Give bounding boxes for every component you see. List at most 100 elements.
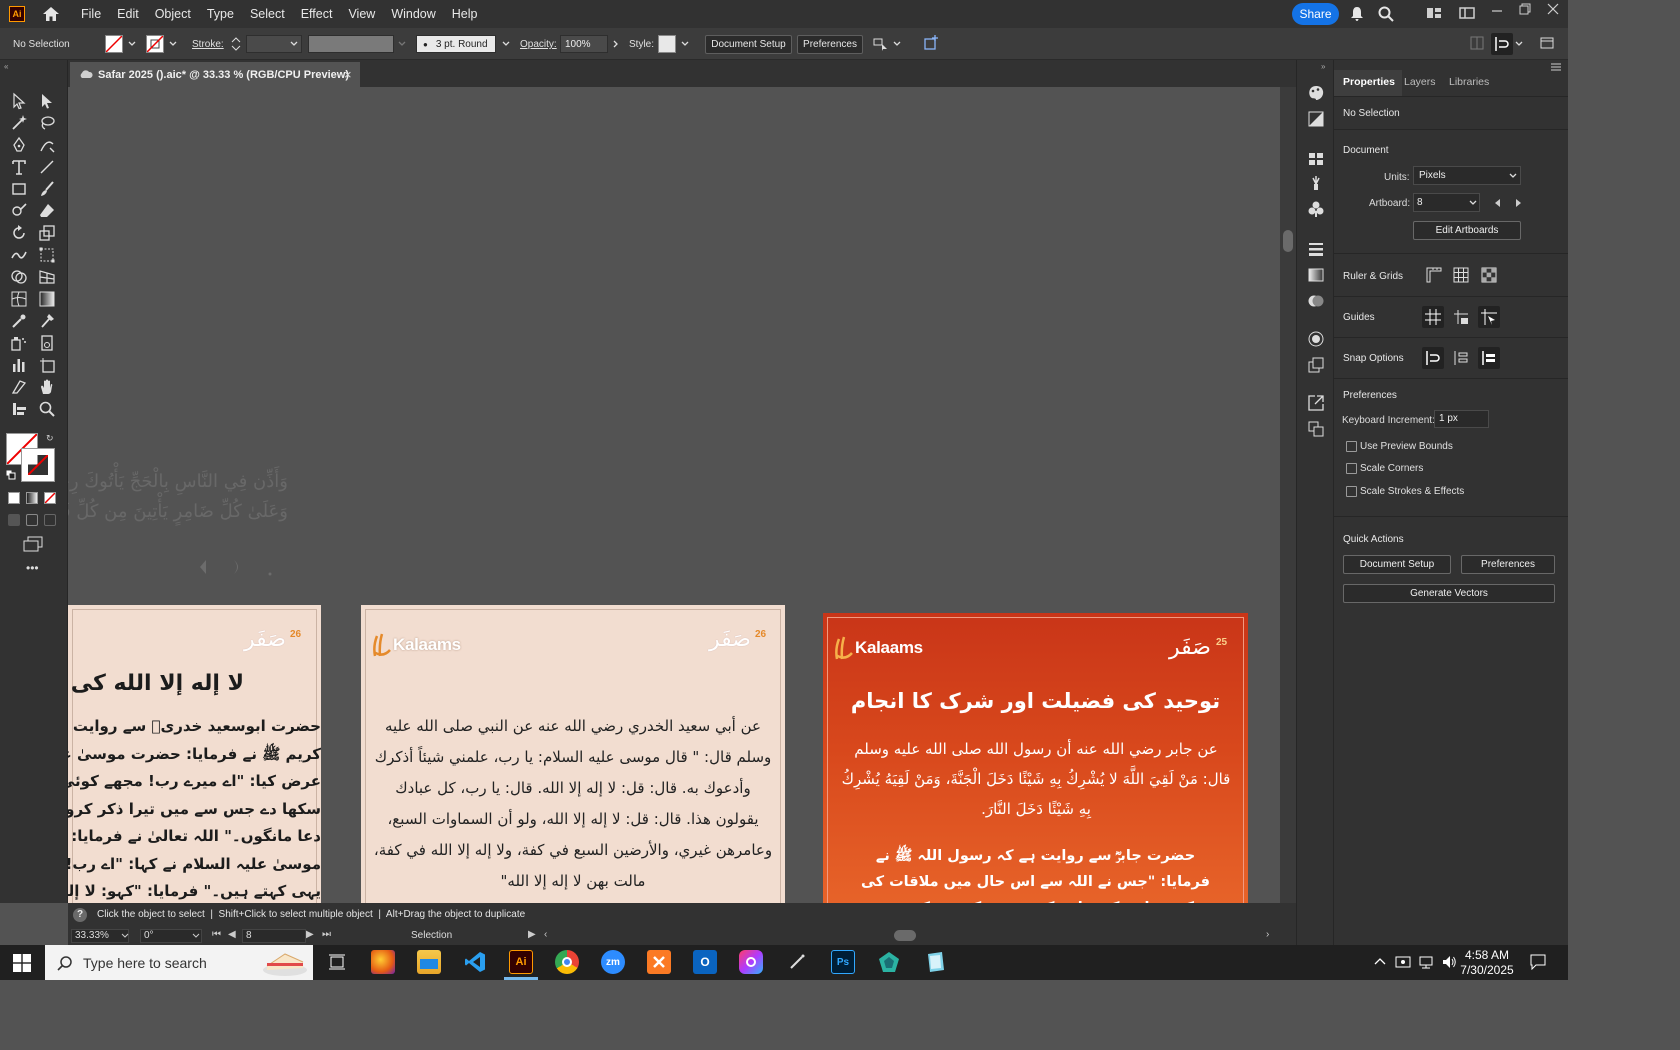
zoom-app-icon[interactable]: zm xyxy=(601,950,625,974)
symbols-icon[interactable] xyxy=(1307,200,1325,218)
generate-vectors-button[interactable]: Generate Vectors xyxy=(1343,584,1555,603)
ornament-artwork[interactable] xyxy=(196,557,278,577)
previous-artboard-icon[interactable] xyxy=(1494,199,1502,207)
snap-icon[interactable] xyxy=(1491,33,1513,55)
selection-tool-icon[interactable] xyxy=(10,92,30,112)
panel-options-icon[interactable] xyxy=(1550,62,1564,72)
draw-inside-icon[interactable] xyxy=(44,514,56,526)
mesh-tool-icon[interactable] xyxy=(10,290,30,310)
artboard-2[interactable]: Kalaams صَفَر 26 عن أبي سعيد الخدري رضي … xyxy=(361,605,785,903)
graphic-style-swatch[interactable] xyxy=(658,35,676,53)
scroll-right-icon[interactable]: › xyxy=(1266,929,1269,940)
lasso-tool-icon[interactable] xyxy=(38,114,58,134)
blend-tool-icon[interactable] xyxy=(38,312,58,332)
shaper-tool-icon[interactable] xyxy=(10,202,30,222)
gradient-panel-icon[interactable] xyxy=(1307,266,1325,284)
collapse-icon[interactable]: » xyxy=(1321,62,1325,71)
chevron-down-icon[interactable] xyxy=(128,40,136,48)
search-icon[interactable] xyxy=(1378,6,1394,22)
color-panel-icon[interactable] xyxy=(1307,84,1325,102)
scale-tool-icon[interactable] xyxy=(38,224,58,244)
pen-tool-icon[interactable] xyxy=(10,136,30,156)
menu-help[interactable]: Help xyxy=(444,0,486,28)
artboard-navigation-field[interactable]: 8 xyxy=(242,929,306,943)
chevron-down-icon[interactable] xyxy=(1509,173,1517,179)
screen-mode-icon[interactable] xyxy=(22,536,44,552)
xampp-icon[interactable] xyxy=(647,950,671,974)
file-explorer-icon[interactable] xyxy=(417,950,441,974)
edit-artboards-button[interactable]: Edit Artboards xyxy=(1413,221,1521,240)
smart-guides-icon[interactable] xyxy=(1478,306,1500,328)
eraser-tool-icon[interactable] xyxy=(38,202,58,222)
type-tool-icon[interactable] xyxy=(10,158,30,178)
next-artboard-icon[interactable] xyxy=(1514,199,1522,207)
vertical-scrollbar[interactable] xyxy=(1280,87,1296,927)
print-tiling-tool-icon[interactable] xyxy=(10,400,30,420)
keyboard-increment-input[interactable]: 1 px xyxy=(1434,410,1489,428)
hand-tool-icon[interactable] xyxy=(38,378,58,398)
opacity-field[interactable]: 100% xyxy=(560,35,608,53)
gradient-tool-icon[interactable] xyxy=(38,290,58,310)
chevron-down-icon[interactable] xyxy=(502,40,510,48)
blue-app-icon[interactable] xyxy=(923,950,947,974)
workspace-icon[interactable] xyxy=(1459,6,1475,22)
default-colors-icon[interactable] xyxy=(6,470,16,480)
show-hidden-icons-icon[interactable] xyxy=(1374,956,1386,966)
color-mode-icon[interactable] xyxy=(8,492,20,504)
draw-normal-icon[interactable] xyxy=(8,514,20,526)
artboard-grid-icon[interactable] xyxy=(1470,36,1486,52)
opacity-label[interactable]: Opacity: xyxy=(520,39,557,50)
chevron-down-icon[interactable] xyxy=(1515,40,1523,48)
quick-document-setup-button[interactable]: Document Setup xyxy=(1343,555,1451,574)
chevron-down-icon[interactable] xyxy=(192,933,200,939)
use-preview-bounds-checkbox[interactable] xyxy=(1346,441,1357,452)
export-icon[interactable] xyxy=(1307,394,1325,412)
canvas[interactable]: وَأَذِّن فِي النَّاسِ بِالْحَجِّ يَأْتُو… xyxy=(68,87,1280,903)
magic-wand-tool-icon[interactable] xyxy=(10,114,30,134)
swap-colors-icon[interactable]: ↻ xyxy=(46,433,56,443)
zoom-tool-icon[interactable] xyxy=(38,400,58,420)
document-tab[interactable]: Safar 2025 ().aic* @ 33.33 % (RGB/CPU Pr… xyxy=(70,62,360,87)
lock-guides-icon[interactable] xyxy=(1452,308,1470,326)
rulers-icon[interactable] xyxy=(1426,267,1442,283)
menu-type[interactable]: Type xyxy=(199,0,242,28)
menu-object[interactable]: Object xyxy=(147,0,199,28)
scroll-thumb[interactable] xyxy=(1283,230,1293,252)
arrange-icon[interactable] xyxy=(872,36,888,52)
share-button[interactable]: Share xyxy=(1292,3,1339,25)
chevron-down-icon[interactable] xyxy=(121,933,129,939)
stroke-swatch[interactable] xyxy=(146,35,164,53)
menu-file[interactable]: File xyxy=(73,0,109,28)
tab-layers[interactable]: Layers xyxy=(1404,76,1436,88)
units-dropdown[interactable]: Pixels xyxy=(1413,166,1521,185)
appearance-icon[interactable] xyxy=(1307,330,1325,348)
rotate-tool-icon[interactable] xyxy=(10,224,30,244)
symbol-stainer-icon[interactable] xyxy=(38,334,58,354)
preferences-button[interactable]: Preferences xyxy=(797,35,863,54)
menu-window[interactable]: Window xyxy=(383,0,443,28)
taskbar-search-box[interactable]: Type here to search xyxy=(45,945,313,980)
next-artboard-icon[interactable]: ▶ xyxy=(306,929,314,940)
first-artboard-icon[interactable]: ⏮ xyxy=(212,929,221,940)
chevron-down-icon[interactable] xyxy=(290,40,298,48)
paintbrush-tool-icon[interactable] xyxy=(38,180,58,200)
last-artboard-icon[interactable]: ⏭ xyxy=(322,929,331,940)
variable-width-profile[interactable] xyxy=(308,35,394,53)
swatches-icon[interactable] xyxy=(1307,150,1325,168)
panel-menu-icon[interactable] xyxy=(1540,36,1556,52)
snap-to-pixel-icon[interactable] xyxy=(1452,349,1470,367)
grid-icon[interactable] xyxy=(1453,267,1469,283)
pen-app-icon[interactable] xyxy=(785,950,809,974)
close-tab-icon[interactable]: × xyxy=(344,67,352,82)
scale-strokes-effects-checkbox[interactable] xyxy=(1346,486,1357,497)
status-menu-icon[interactable]: ▶ xyxy=(528,929,536,940)
column-graph-tool-icon[interactable] xyxy=(10,356,30,376)
snap-to-point-icon[interactable] xyxy=(1422,347,1444,369)
stroke-label[interactable]: Stroke: xyxy=(192,39,224,50)
calligraphy-artwork[interactable]: وَأَذِّن فِي النَّاسِ بِالْحَجِّ يَأْتُو… xyxy=(68,467,288,527)
chevron-down-icon[interactable] xyxy=(1469,200,1477,206)
minimize-icon[interactable] xyxy=(1490,4,1506,20)
menu-edit[interactable]: Edit xyxy=(109,0,147,28)
outlook-icon[interactable]: O xyxy=(693,950,717,974)
width-tool-icon[interactable] xyxy=(10,246,30,266)
